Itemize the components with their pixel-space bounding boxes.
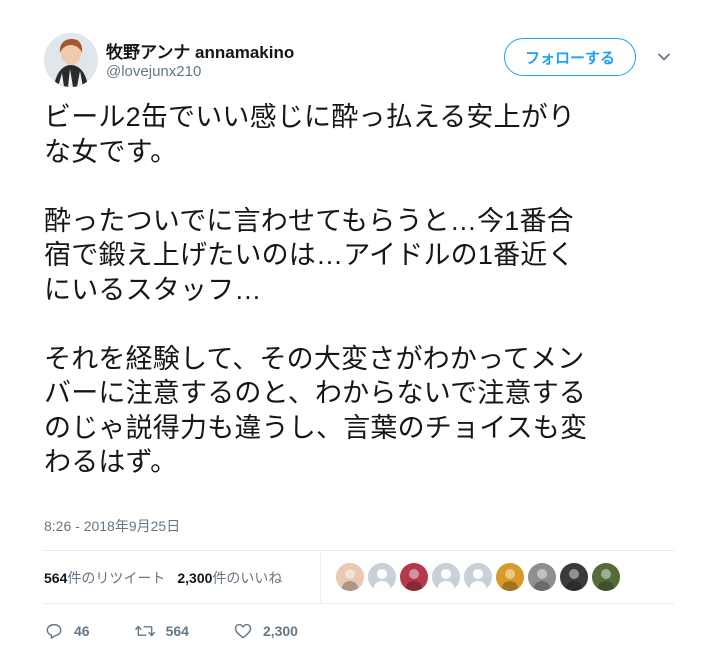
liker-avatar[interactable] [368,563,396,591]
reply-icon [46,624,62,639]
like-stat[interactable]: 2,300件のいいね [177,568,282,588]
tweet-card: 牧野アンナ annamakino @lovejunx210 フォローする ビール… [0,0,719,656]
retweet-stat[interactable]: 564件のリツイート [44,568,165,588]
liker-avatar[interactable] [496,563,524,591]
retweet-count: 564 [165,623,189,639]
liker-avatar[interactable] [432,563,460,591]
stats-separator [320,552,321,602]
liker-avatars [336,563,624,593]
tweet-line: にいるスタッフ… [44,274,262,305]
follow-button[interactable]: フォローする [504,38,636,76]
tweet-line: な女です。 [44,136,178,167]
like-button[interactable]: 2,300 [233,621,298,641]
liker-avatar[interactable] [336,563,364,591]
reply-button[interactable]: 46 [44,621,90,641]
avatar-photo-icon [560,563,588,591]
divider [44,550,674,551]
tweet-line: わるはず。 [44,447,178,477]
avatar-photo-icon [496,563,524,591]
divider [44,603,674,604]
avatar-photo-icon [528,563,556,591]
retweet-button[interactable]: 564 [134,621,189,641]
liker-avatar[interactable] [592,563,620,591]
tweet-timestamp[interactable]: 8:26 - 2018年9月25日 [44,516,180,536]
default-avatar-icon [368,563,396,591]
liker-avatar[interactable] [560,563,588,591]
default-avatar-icon [432,563,460,591]
tweet-stats: 564件のリツイート 2,300件のいいね [44,566,294,590]
like-stat-label: 件のいいね [212,570,283,586]
reply-count: 46 [74,623,90,639]
chevron-down-icon[interactable] [656,49,672,65]
avatar[interactable] [44,33,98,87]
liker-avatar[interactable] [400,563,428,591]
retweet-stat-count: 564 [44,570,68,586]
avatar-photo-icon [400,563,428,591]
tweet-line: 宿で鍛え上げたいのは…アイドルの1番近く [44,240,575,270]
retweet-icon [134,625,155,637]
tweet-actions: 46 564 2,300 [44,620,342,642]
avatar-photo-icon [336,563,364,591]
liker-avatar[interactable] [464,563,492,591]
tweet-line: のじゃ説得力も違うし、言葉のチョイスも変 [44,412,588,443]
retweet-stat-label: 件のリツイート [67,570,166,586]
tweet-line: ビール2缶でいい感じに酔っ払える安上がり [44,102,576,132]
tweet-line: バーに注意するのと、わからないで注意する [44,378,587,408]
avatar-photo-icon [592,563,620,591]
like-count: 2,300 [262,623,298,639]
display-name[interactable]: 牧野アンナ annamakino [106,38,294,63]
default-avatar-icon [464,563,492,591]
liker-avatar[interactable] [528,563,556,591]
user-handle[interactable]: @lovejunx210 [106,63,201,80]
tweet-line: それを経験して、その大変さがわかってメン [44,343,585,374]
heart-icon [234,623,252,639]
tweet-line: 酔ったついでに言わせてもらうと…今1番合 [44,205,574,236]
tweet-header: 牧野アンナ annamakino @lovejunx210 フォローする [44,33,684,93]
avatar-photo-icon [44,33,98,87]
tweet-text: ビール2缶でいい感じに酔っ払える安上がり な女です。 酔ったついでに言わせてもら… [44,100,674,480]
like-stat-count: 2,300 [177,570,213,586]
